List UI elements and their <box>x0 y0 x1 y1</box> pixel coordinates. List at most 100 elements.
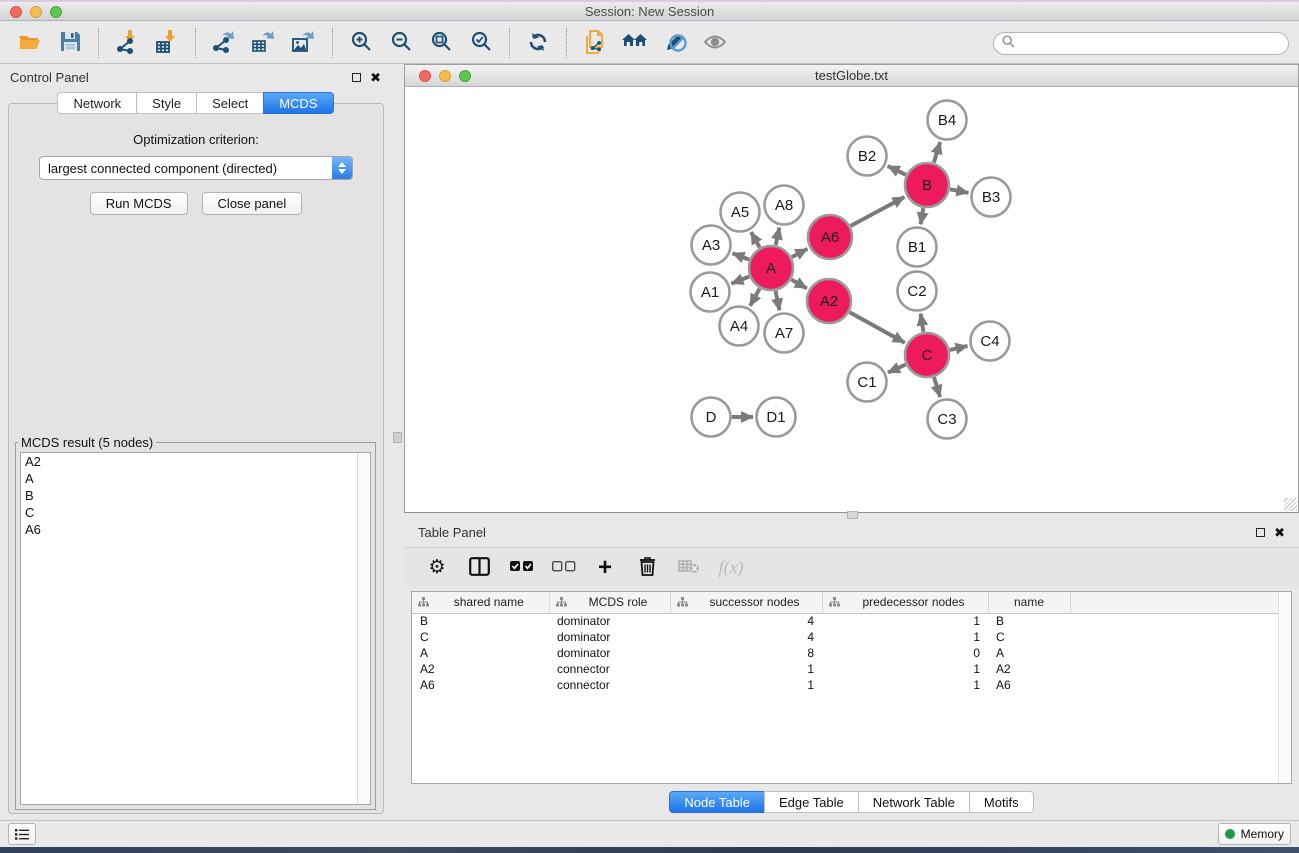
node-A1[interactable]: A1 <box>691 273 730 312</box>
node-D[interactable]: D <box>692 398 731 437</box>
horizontal-splitter[interactable] <box>404 513 1299 520</box>
result-list-item[interactable]: A2 <box>21 453 370 470</box>
node-C4[interactable]: C4 <box>971 322 1010 361</box>
network-graph[interactable]: B4B2BB3A8A5A6A3B1AC2A1A2A4A7C4CC1C3DD1 <box>405 87 1298 512</box>
search-box[interactable] <box>993 32 1289 55</box>
select-all-button[interactable] <box>502 553 540 583</box>
cell-name[interactable]: A2 <box>988 661 1070 677</box>
zoom-selected-button[interactable] <box>461 27 501 59</box>
edge-A-A5[interactable] <box>751 232 760 247</box>
cell-successor-nodes[interactable]: 4 <box>670 613 822 629</box>
edge-A6-B[interactable] <box>851 197 905 226</box>
node-A7[interactable]: A7 <box>765 314 804 353</box>
cell-predecessor-nodes[interactable]: 0 <box>822 645 988 661</box>
edge-A-A4[interactable] <box>750 289 760 306</box>
cell-MCDS-role[interactable]: dominator <box>549 613 670 629</box>
close-panel-icon[interactable]: ✖ <box>370 71 381 84</box>
tab-style[interactable]: Style <box>136 92 196 114</box>
import-table-button[interactable] <box>147 27 187 59</box>
cell-name[interactable]: C <box>988 629 1070 645</box>
node-B3[interactable]: B3 <box>972 178 1011 217</box>
cell-shared-name[interactable]: C <box>412 629 549 645</box>
node-C1[interactable]: C1 <box>848 363 887 402</box>
node-A3[interactable]: A3 <box>692 226 731 265</box>
splitter-handle[interactable] <box>847 511 858 519</box>
network-canvas[interactable]: B4B2BB3A8A5A6A3B1AC2A1A2A4A7C4CC1C3DD1 <box>405 87 1298 512</box>
duplicate-network-button[interactable] <box>575 27 615 59</box>
tab-select[interactable]: Select <box>196 92 263 114</box>
result-list-item[interactable]: B <box>21 487 370 504</box>
column-header-successor-nodes[interactable]: successor nodes <box>670 592 822 613</box>
zoom-window-button[interactable] <box>50 6 62 18</box>
node-table[interactable]: shared nameMCDS rolesuccessor nodesprede… <box>411 591 1292 784</box>
cell-shared-name[interactable]: A2 <box>412 661 549 677</box>
table-row[interactable]: Adominator80A <box>412 645 1291 661</box>
memory-button[interactable]: Memory <box>1218 823 1291 845</box>
result-list-item[interactable]: A <box>21 470 370 487</box>
result-list-scrollbar[interactable] <box>357 453 370 804</box>
edge-B-B3[interactable] <box>950 189 968 193</box>
export-network-button[interactable] <box>204 27 244 59</box>
column-header-shared-name[interactable]: shared name <box>412 592 549 613</box>
cell-shared-name[interactable]: A6 <box>412 677 549 693</box>
cell-MCDS-role[interactable]: connector <box>549 677 670 693</box>
cell-MCDS-role[interactable]: dominator <box>549 645 670 661</box>
node-A8[interactable]: A8 <box>765 186 804 225</box>
table-row[interactable]: A6connector11A6 <box>412 677 1291 693</box>
tab-edge-table[interactable]: Edge Table <box>764 791 858 813</box>
search-input[interactable] <box>1020 36 1280 50</box>
network-window-titlebar[interactable]: testGlobe.txt <box>405 65 1298 87</box>
minimize-window-button[interactable] <box>30 6 42 18</box>
cell-MCDS-role[interactable]: connector <box>549 661 670 677</box>
edge-A2-C[interactable] <box>850 312 905 342</box>
table-row[interactable]: Cdominator41C <box>412 629 1291 645</box>
home-view-button[interactable] <box>615 27 655 59</box>
refresh-layout-button[interactable] <box>518 27 558 59</box>
network-zoom-button[interactable] <box>459 70 471 82</box>
zoom-out-button[interactable] <box>381 27 421 59</box>
mcds-result-list[interactable]: A2ABCA6 <box>20 452 371 805</box>
cell-successor-nodes[interactable]: 4 <box>670 629 822 645</box>
edge-A-A7[interactable] <box>776 291 780 310</box>
network-close-button[interactable] <box>419 70 431 82</box>
task-history-button[interactable] <box>8 823 36 845</box>
cell-shared-name[interactable]: B <box>412 613 549 629</box>
export-image-button[interactable] <box>284 27 324 59</box>
cell-name[interactable]: B <box>988 613 1070 629</box>
float-panel-icon[interactable] <box>1256 528 1265 537</box>
edge-C-C2[interactable] <box>921 314 924 332</box>
column-header-MCDS-role[interactable]: MCDS role <box>549 592 670 613</box>
close-panel-icon[interactable]: ✖ <box>1274 526 1285 539</box>
tab-motifs[interactable]: Motifs <box>969 791 1034 813</box>
edge-A-A6[interactable] <box>792 249 808 257</box>
cell-predecessor-nodes[interactable]: 1 <box>822 661 988 677</box>
tab-network-table[interactable]: Network Table <box>858 791 969 813</box>
node-B2[interactable]: B2 <box>848 137 887 176</box>
edge-B-B1[interactable] <box>921 208 924 224</box>
edge-C-C1[interactable] <box>888 365 906 373</box>
cell-predecessor-nodes[interactable]: 1 <box>822 613 988 629</box>
edge-C-C4[interactable] <box>950 346 968 350</box>
table-scrollbar[interactable] <box>1278 592 1291 783</box>
cell-name[interactable]: A <box>988 645 1070 661</box>
add-row-button[interactable]: + <box>586 553 624 583</box>
node-C2[interactable]: C2 <box>898 272 937 311</box>
float-panel-icon[interactable] <box>352 73 361 82</box>
close-window-button[interactable] <box>10 6 22 18</box>
node-D1[interactable]: D1 <box>757 398 796 437</box>
cell-successor-nodes[interactable]: 8 <box>670 645 822 661</box>
cell-predecessor-nodes[interactable]: 1 <box>822 629 988 645</box>
hide-labels-button[interactable] <box>655 27 695 59</box>
run-mcds-button[interactable]: Run MCDS <box>90 192 188 215</box>
network-minimize-button[interactable] <box>439 70 451 82</box>
toggle-panels-eye-button[interactable] <box>695 27 735 59</box>
open-folder-button[interactable] <box>10 27 50 59</box>
vertical-splitter[interactable] <box>391 64 404 820</box>
node-C3[interactable]: C3 <box>928 400 967 439</box>
save-session-button[interactable] <box>50 27 90 59</box>
node-A5[interactable]: A5 <box>721 193 760 232</box>
import-network-button[interactable] <box>107 27 147 59</box>
tab-network[interactable]: Network <box>57 92 136 114</box>
zoom-in-button[interactable] <box>341 27 381 59</box>
result-list-item[interactable]: C <box>21 504 370 521</box>
